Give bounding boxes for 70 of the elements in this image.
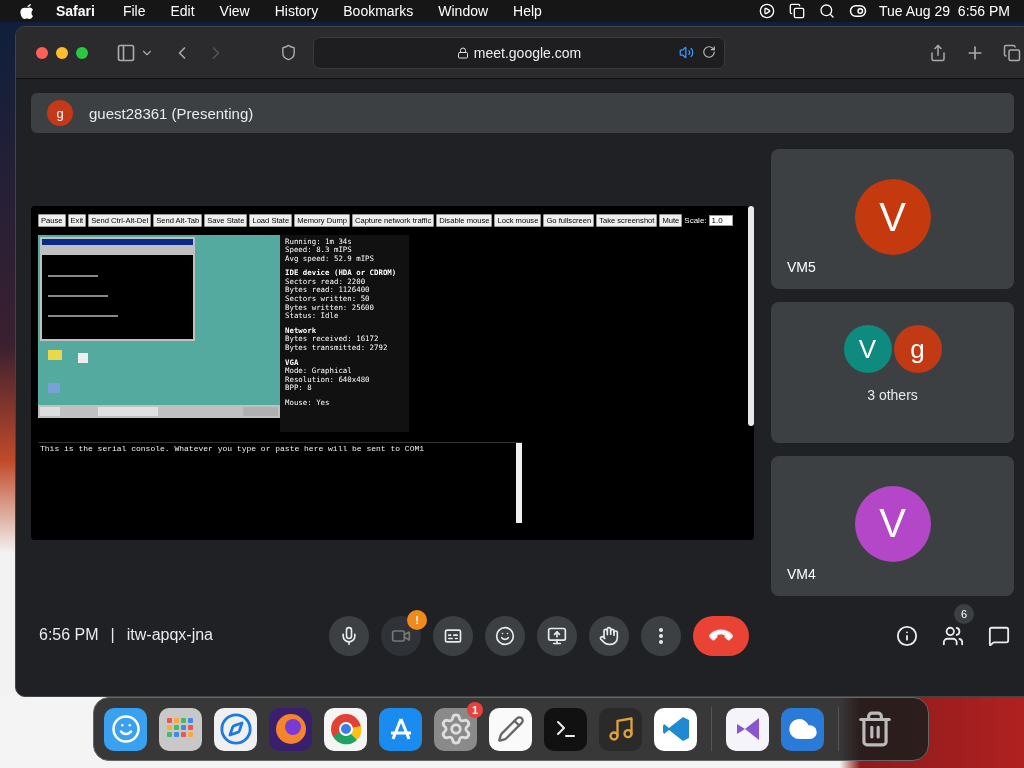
- serial-console[interactable]: This is the serial console. Whatever you type or paste here will be sent to COM1: [38, 441, 522, 523]
- present-button[interactable]: [537, 616, 577, 656]
- code-editor-icon[interactable]: [654, 707, 697, 751]
- emoji-button[interactable]: [485, 616, 525, 656]
- avatar: V: [854, 179, 931, 256]
- app-menu[interactable]: Safari: [56, 3, 95, 19]
- address-bar[interactable]: meet.google.com: [313, 36, 725, 69]
- captions-icon: [443, 626, 463, 646]
- avatar: V: [843, 325, 892, 374]
- menu-item[interactable]: History: [274, 3, 319, 19]
- menu-item[interactable]: Help: [513, 3, 542, 19]
- more-button[interactable]: [641, 616, 681, 656]
- share-icon[interactable]: [929, 43, 947, 62]
- scrollbar[interactable]: [516, 442, 522, 523]
- presenter-name: guest28361 (Presenting): [89, 104, 254, 122]
- warning-badge: !: [407, 610, 427, 630]
- camera-button[interactable]: [381, 616, 421, 656]
- meeting-code: itw-apqx-jna: [126, 626, 213, 644]
- cloud-icon[interactable]: [781, 707, 824, 751]
- smiley-icon: [495, 626, 515, 646]
- reload-icon[interactable]: [702, 45, 716, 59]
- present-screen-icon: [547, 626, 567, 646]
- ring-icon[interactable]: [324, 707, 367, 751]
- toggle-icon[interactable]: [849, 2, 867, 20]
- terminal-icon[interactable]: [544, 707, 587, 751]
- gear-icon[interactable]: [434, 707, 477, 751]
- menu-item[interactable]: Window: [438, 3, 489, 19]
- zoom-button[interactable]: [76, 46, 88, 59]
- serial-console-text: This is the serial console. Whatever you type or paste here will be sent to COM1: [40, 443, 425, 453]
- menu-item[interactable]: File: [122, 3, 146, 19]
- lock-icon: [456, 46, 469, 59]
- others-label: 3 others: [867, 387, 918, 404]
- shield-icon[interactable]: [280, 44, 297, 61]
- scale-label: Scale:: [684, 215, 707, 225]
- play-circle-icon[interactable]: [759, 3, 775, 19]
- scale-field[interactable]: 1.0: [708, 214, 733, 226]
- mic-button[interactable]: [329, 616, 369, 656]
- url-text: meet.google.com: [473, 44, 582, 61]
- scrollbar[interactable]: [748, 205, 754, 426]
- pencil-page-icon[interactable]: [489, 707, 532, 751]
- meeting-time: 6:56 PM: [39, 626, 99, 644]
- hand-icon: [599, 626, 619, 646]
- minimize-button[interactable]: [56, 46, 68, 59]
- leave-call-button[interactable]: [693, 616, 749, 656]
- apple-logo-icon[interactable]: [20, 3, 34, 19]
- compass-icon[interactable]: [214, 707, 257, 751]
- participant-name: VM4: [787, 566, 816, 582]
- hand-button[interactable]: [589, 616, 629, 656]
- speaker-icon[interactable]: [679, 44, 694, 60]
- more-icon: [659, 628, 663, 644]
- avatar: g: [47, 100, 73, 126]
- captions-button[interactable]: [433, 616, 473, 656]
- close-button[interactable]: [36, 46, 48, 59]
- notification-badge: 1: [467, 701, 483, 718]
- tabs-overview-icon[interactable]: [1003, 43, 1021, 62]
- avatar: V: [854, 485, 931, 562]
- participant-name: VM5: [787, 259, 816, 276]
- app-grid-icon[interactable]: [159, 707, 202, 751]
- search-icon[interactable]: [819, 3, 835, 19]
- menu-item[interactable]: View: [219, 3, 250, 19]
- menu-clock[interactable]: Tue Aug 29 6:56 PM: [879, 3, 1010, 19]
- menu-item[interactable]: Edit: [170, 3, 195, 19]
- sidebar-icon[interactable]: [116, 42, 136, 63]
- count-badge: 6: [954, 604, 974, 624]
- windows-icon[interactable]: [789, 3, 805, 19]
- avatar: g: [893, 325, 942, 374]
- microphone-icon: [339, 626, 359, 646]
- menu-item[interactable]: Bookmarks: [343, 3, 414, 19]
- separator-text: |: [110, 626, 115, 644]
- smiling-face-icon[interactable]: [104, 707, 147, 751]
